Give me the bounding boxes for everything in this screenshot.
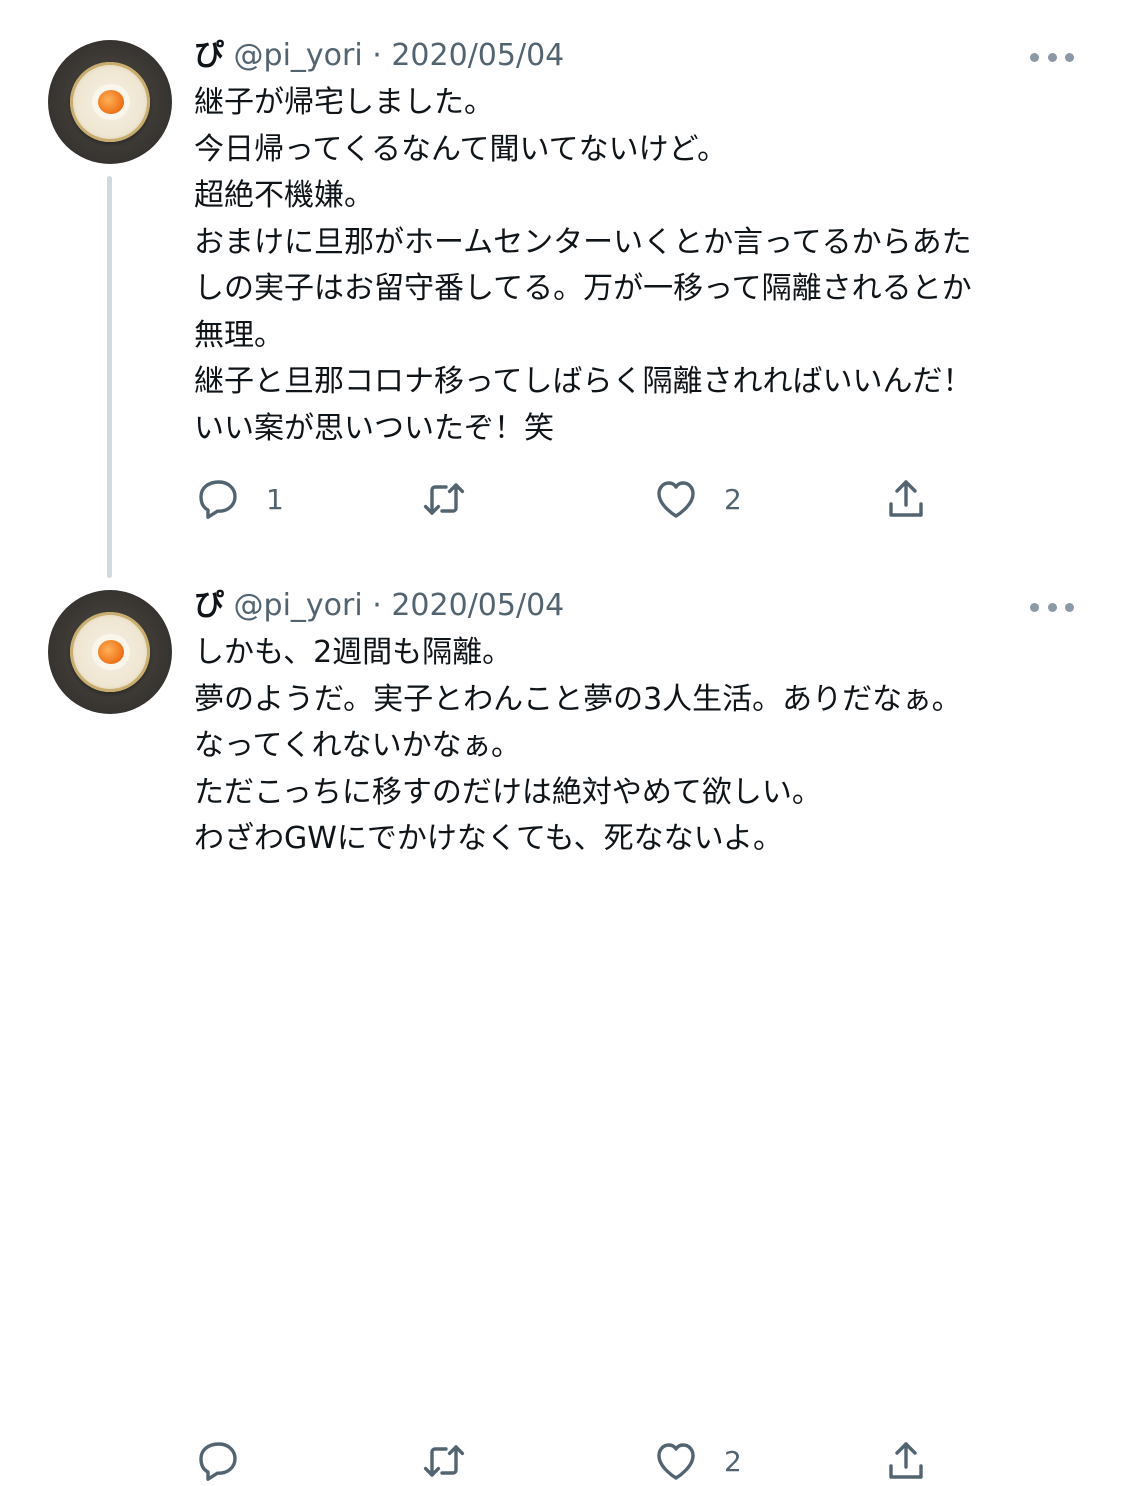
- tweet-header: ぴ @pi_yori · 2020/05/04: [194, 586, 564, 626]
- reply-icon: [194, 475, 242, 523]
- tweet-text-line: 超絶不機嫌。: [194, 178, 374, 213]
- heart-icon: [652, 475, 700, 523]
- reply-button[interactable]: 1: [194, 474, 284, 524]
- like-count: 2: [724, 482, 742, 516]
- tweet-actions: 1 2: [0, 474, 1124, 524]
- more-icon-dot: [1065, 52, 1074, 62]
- like-button[interactable]: 2: [652, 474, 742, 524]
- more-options-button[interactable]: [1030, 600, 1074, 614]
- reply-button[interactable]: [194, 1436, 266, 1486]
- avatar-plate-image: [70, 62, 150, 142]
- author-name[interactable]: ぴ: [194, 588, 224, 623]
- author-name[interactable]: ぴ: [194, 38, 224, 73]
- meta-separator: ·: [372, 588, 382, 623]
- share-button[interactable]: [882, 474, 930, 524]
- author-handle[interactable]: @pi_yori: [234, 38, 363, 73]
- tweet-text-line: ただこっちに移すのだけは絶対やめて欲しい。: [194, 774, 822, 810]
- tweet-date[interactable]: 2020/05/04: [391, 588, 564, 623]
- share-icon: [882, 475, 930, 523]
- tweet-text-line: おまけに旦那がホームセンターいくとか言ってるからあた: [194, 224, 972, 260]
- avatar-egg-image: [98, 90, 124, 114]
- more-icon-dot: [1030, 602, 1039, 612]
- tweet-header: ぴ @pi_yori · 2020/05/04: [194, 36, 564, 76]
- tweet-actions: 2: [0, 1436, 1124, 1486]
- tweet-text-line: なってくれないかなぁ。: [194, 728, 521, 763]
- tweet-text-line: 継子が帰宅しました。: [194, 85, 494, 120]
- avatar[interactable]: [48, 40, 172, 164]
- tweet-text: 継子が帰宅しました。 今日帰ってくるなんて聞いてないけど。 超絶不機嫌。 おまけ…: [194, 80, 1084, 452]
- retweet-icon: [420, 1437, 468, 1485]
- retweet-button[interactable]: [420, 1436, 492, 1486]
- tweet-text-line: いい案が思いついたぞ！笑: [194, 410, 554, 446]
- more-icon-dot: [1065, 602, 1074, 612]
- like-count: 2: [724, 1444, 742, 1478]
- heart-icon: [652, 1437, 700, 1485]
- tweet-text-line: 今日帰ってくるなんて聞いてないけど。: [194, 131, 728, 167]
- avatar-egg-image: [98, 640, 124, 664]
- more-options-button[interactable]: [1030, 50, 1074, 64]
- more-icon-dot: [1047, 52, 1057, 62]
- tweet-text-line: しかも、2週間も隔離。: [194, 635, 513, 670]
- tweet-text-line: わざわGWにでかけなくても、死なないよ。: [194, 821, 784, 856]
- tweet-text-line: 継子と旦那コロナ移ってしばらく隔離されればいいんだ！: [194, 364, 973, 399]
- tweet-text: しかも、2週間も隔離。 夢のようだ。実子とわんこと夢の3人生活。ありだなぁ。 な…: [194, 630, 1084, 863]
- tweet-text-line: 夢のようだ。実子とわんこと夢の3人生活。ありだなぁ。: [194, 681, 962, 717]
- reply-count: 1: [266, 482, 284, 516]
- retweet-button[interactable]: [420, 474, 492, 524]
- more-icon-dot: [1030, 52, 1039, 62]
- meta-separator: ·: [372, 38, 382, 73]
- like-button[interactable]: 2: [652, 1436, 742, 1486]
- tweet-text-line: 無理。: [194, 317, 284, 353]
- tweet-date[interactable]: 2020/05/04: [391, 38, 564, 73]
- avatar[interactable]: [48, 590, 172, 714]
- tweet-text-line: しの実子はお留守番してる。万が一移って隔離されるとか: [194, 271, 972, 306]
- avatar-plate-image: [70, 612, 150, 692]
- share-button[interactable]: [882, 1436, 930, 1486]
- share-icon: [882, 1437, 930, 1485]
- author-handle[interactable]: @pi_yori: [234, 588, 363, 623]
- retweet-icon: [420, 475, 468, 523]
- more-icon-dot: [1047, 602, 1057, 612]
- reply-icon: [194, 1437, 242, 1485]
